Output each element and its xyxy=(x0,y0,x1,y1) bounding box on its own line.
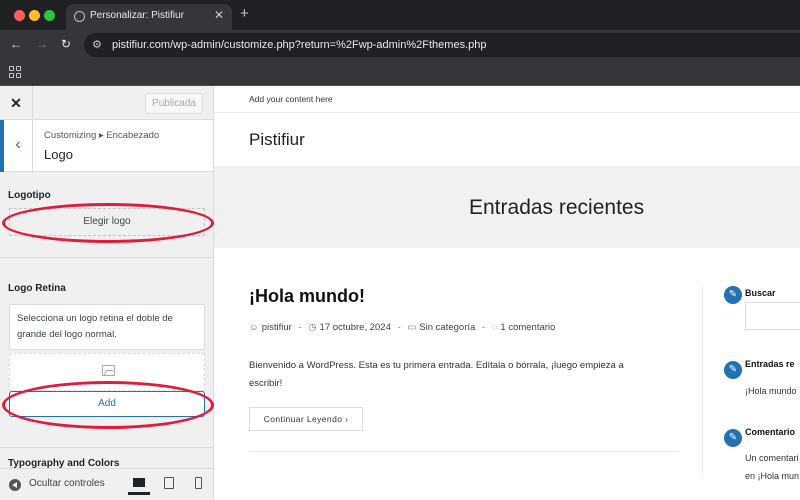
author-icon: ☺ xyxy=(249,322,259,333)
window-close-control[interactable] xyxy=(14,10,25,21)
hide-controls-button[interactable]: Ocultar controles xyxy=(29,478,105,489)
desktop-icon xyxy=(133,478,145,487)
continue-reading-button[interactable]: Continuar Leyendo › xyxy=(249,407,363,431)
mobile-icon xyxy=(195,477,202,489)
post-divider xyxy=(249,451,679,452)
post-comments[interactable]: 1 comentario xyxy=(500,322,555,333)
preview-tablet-button[interactable] xyxy=(158,475,180,495)
divider xyxy=(0,257,213,258)
image-placeholder-icon xyxy=(102,365,115,376)
edit-pencil-icon[interactable]: ✎ xyxy=(724,429,742,447)
preview-mobile-button[interactable] xyxy=(188,475,210,495)
recent-comment-line[interactable]: Un comentari xyxy=(745,453,799,463)
tab-close-icon[interactable]: ✕ xyxy=(214,8,224,22)
add-retina-logo-button[interactable]: Add xyxy=(9,391,205,417)
site-preview: Add your content here Pistifiur Entradas… xyxy=(214,86,800,500)
preview-desktop-button[interactable] xyxy=(128,475,150,495)
site-info-icon[interactable]: ⚙ xyxy=(92,38,102,51)
retina-logo-placeholder xyxy=(9,353,205,391)
customizer-sidebar: ✕ Publicada ‹ Customizing ▸ Encabezado L… xyxy=(0,86,214,500)
post-author[interactable]: pistifiur xyxy=(262,322,292,333)
reload-icon[interactable]: ↻ xyxy=(61,37,71,51)
tablet-icon xyxy=(164,477,174,489)
address-bar[interactable]: ⚙ pistifiur.com/wp-admin/customize.php?r… xyxy=(84,33,800,57)
breadcrumb: Customizing ▸ Encabezado xyxy=(44,130,160,141)
window-zoom-control[interactable] xyxy=(44,10,55,21)
site-title[interactable]: Pistifiur xyxy=(249,130,305,150)
url-text[interactable]: pistifiur.com/wp-admin/customize.php?ret… xyxy=(112,39,486,51)
publish-button[interactable]: Publicada xyxy=(145,93,203,114)
comment-icon: ◌ xyxy=(491,322,498,333)
widget-area-divider xyxy=(702,286,703,476)
preview-topbar: Add your content here xyxy=(214,86,800,113)
topbar-text: Add your content here xyxy=(249,94,333,104)
browser-toolbar: ← → ↻ ⚙ pistifiur.com/wp-admin/customize… xyxy=(0,30,800,60)
section-title: Logo xyxy=(44,147,73,162)
page-hero: Entradas recientes xyxy=(214,166,800,248)
tab-title: Personalizar: Pistifiur xyxy=(90,10,184,21)
forward-arrow-icon[interactable]: → xyxy=(36,37,48,51)
post-meta: ☺ pistifiur - ◷ 17 octubre, 2024 - ▭ Sin ca… xyxy=(249,322,556,333)
edit-pencil-icon[interactable]: ✎ xyxy=(724,361,742,379)
search-input[interactable] xyxy=(745,302,800,330)
apps-grid-icon[interactable] xyxy=(9,66,21,78)
globe-icon xyxy=(74,11,85,22)
choose-logo-button[interactable]: Elegir logo xyxy=(9,208,205,236)
logo-label: Logotipo xyxy=(8,190,51,201)
recent-post-link[interactable]: ¡Hola mundo xyxy=(745,386,797,396)
back-chevron-icon[interactable]: ‹ xyxy=(0,120,33,172)
widget-comments-title: Comentario xyxy=(745,427,796,437)
widget-recent-title: Entradas re xyxy=(745,359,795,369)
post-title[interactable]: ¡Hola mundo! xyxy=(249,286,365,307)
back-arrow-icon[interactable]: ← xyxy=(10,37,22,51)
retina-logo-label: Logo Retina xyxy=(8,283,66,294)
divider xyxy=(0,447,213,448)
window-minimize-control[interactable] xyxy=(29,10,40,21)
post-excerpt: Bienvenido a WordPress. Esta es tu prime… xyxy=(249,360,624,389)
retina-logo-description: Selecciona un logo retina el doble de gr… xyxy=(9,304,205,350)
customizer-header: ✕ Publicada xyxy=(0,86,213,120)
post-date[interactable]: 17 octubre, 2024 xyxy=(320,322,391,333)
hero-title: Entradas recientes xyxy=(469,196,645,219)
close-customizer-icon[interactable]: ✕ xyxy=(0,86,33,120)
edit-pencil-icon[interactable]: ✎ xyxy=(724,286,742,304)
bookmarks-bar xyxy=(0,60,800,86)
clock-icon: ◷ xyxy=(308,322,317,333)
section-header: ‹ Customizing ▸ Encabezado Logo xyxy=(0,120,213,172)
collapse-sidebar-icon[interactable] xyxy=(9,479,21,491)
recent-comment-line[interactable]: en ¡Hola mun xyxy=(745,471,799,481)
post-category[interactable]: Sin categoría xyxy=(419,322,475,333)
widget-search-title: Buscar xyxy=(745,288,776,298)
browser-tab-bar: Personalizar: Pistifiur ✕ + xyxy=(0,0,800,30)
browser-tab[interactable]: Personalizar: Pistifiur ✕ xyxy=(66,4,232,30)
folder-icon: ▭ xyxy=(407,322,417,333)
customizer-footer: Ocultar controles xyxy=(0,468,213,500)
new-tab-button[interactable]: + xyxy=(240,5,249,22)
